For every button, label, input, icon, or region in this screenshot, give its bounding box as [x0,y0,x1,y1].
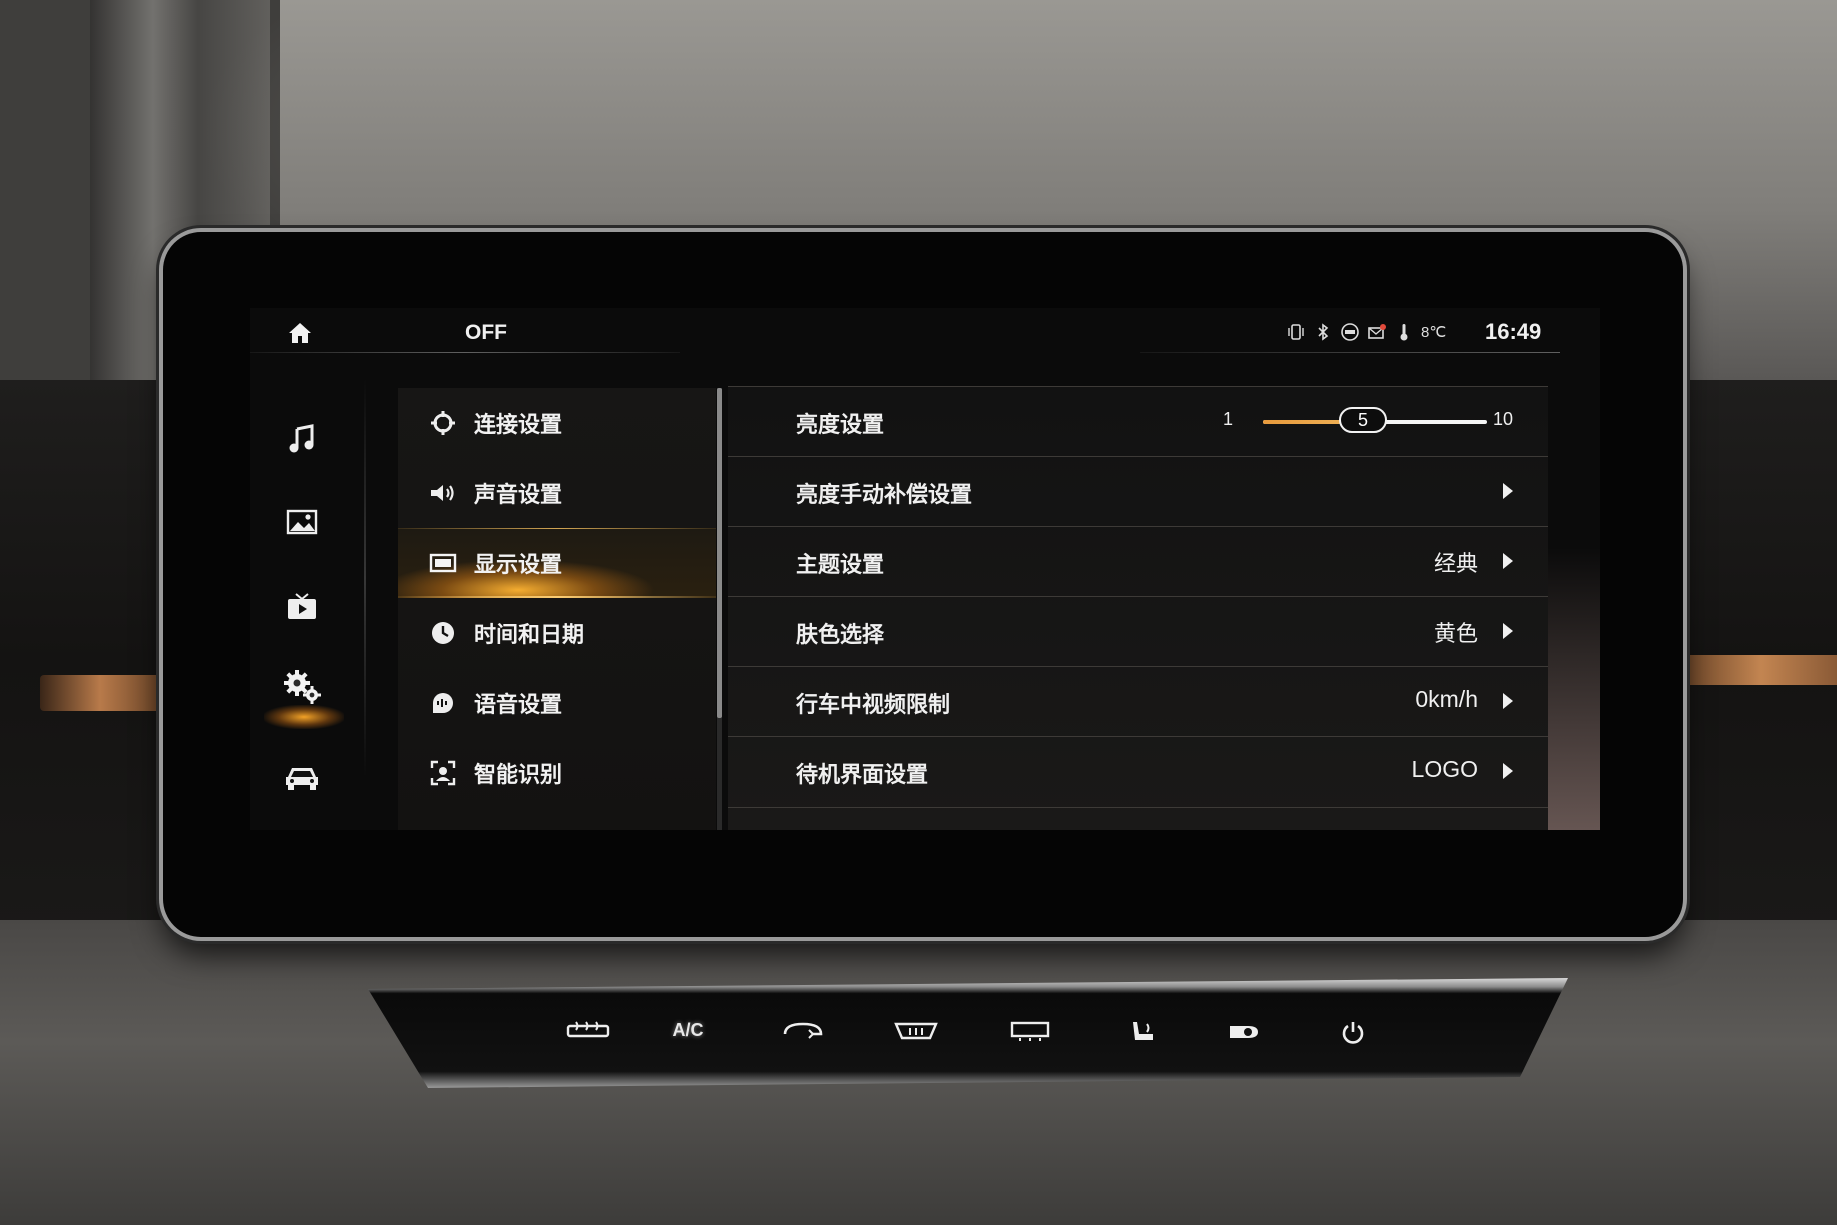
display-icon [426,546,460,580]
face-scan-icon [426,756,460,790]
row-value: 黄色 [1433,622,1478,647]
menu-item-recognition[interactable]: 智能识别 [398,738,716,808]
clock-icon [426,616,460,650]
rear-defrost-icon[interactable] [1000,1020,1060,1046]
menu-item-connection[interactable]: 连接设置 [398,388,716,458]
brightness-slider[interactable]: 5 [1263,407,1487,433]
recirculation-icon[interactable] [773,1020,833,1046]
4g-icon [1340,322,1360,342]
row-value: LOGO [1411,756,1478,782]
chevron-right-icon [1503,693,1513,709]
menu-item-display[interactable]: 显示设置 [398,528,716,598]
menu-item-label: 语音设置 [474,693,563,718]
chevron-right-icon [1503,483,1513,499]
temperature-icon [1394,322,1414,342]
rail-divider [364,378,366,778]
trim-right [1685,655,1837,685]
mode-status-label[interactable]: OFF [465,321,507,345]
settings-icon[interactable] [280,665,324,709]
trim-left [40,675,160,711]
infotainment-screen: OFF 8℃ 16:49 连接设置 声音设置 显示设置 时间和日期 语音设置 智… [250,308,1600,830]
menu-scrollbar-thumb[interactable] [717,388,722,718]
chevron-right-icon [1503,553,1513,569]
clock: 16:49 [1485,319,1542,344]
menu-item-sound[interactable]: 声音设置 [398,458,716,528]
row-label: 待机界面设置 [796,763,929,788]
message-icon [1367,322,1387,342]
button-strip-body [368,978,1568,1088]
settings-row-skin-color[interactable]: 肤色选择 黄色 [728,596,1548,667]
connection-icon [426,406,460,440]
video-icon[interactable] [280,585,324,629]
defrost-icon[interactable] [558,1020,618,1046]
settings-category-menu: 连接设置 声音设置 显示设置 时间和日期 语音设置 智能识别 [398,388,716,830]
climate-button-strip: A/C [368,978,1568,1088]
power-icon[interactable] [1323,1020,1383,1046]
brightness-min-label: 1 [1223,409,1234,429]
brightness-row: 亮度设置 1 5 10 [728,386,1548,457]
car-icon[interactable] [280,755,324,799]
voice-icon [426,686,460,720]
app-rail [250,360,365,830]
status-divider-left [250,352,680,353]
chevron-right-icon [1503,763,1513,779]
settings-row-standby-screen[interactable]: 待机界面设置 LOGO [728,736,1548,808]
menu-item-time-date[interactable]: 时间和日期 [398,598,716,668]
temperature-readout: 8℃ [1421,324,1447,341]
row-label: 亮度手动补偿设置 [796,483,973,508]
seat-heat-icon[interactable] [1113,1020,1173,1046]
menu-item-voice[interactable]: 语音设置 [398,668,716,738]
menu-item-label: 时间和日期 [474,623,585,648]
row-value: 0km/h [1415,686,1478,712]
gallery-icon[interactable] [280,500,324,544]
vibrate-icon [1286,322,1306,342]
screen-edge-glow [1548,548,1600,830]
status-bar: OFF 8℃ 16:49 [250,308,1600,358]
music-icon[interactable] [280,416,324,460]
status-divider-right [1140,352,1560,353]
bluetooth-icon [1313,322,1333,342]
brightness-max-label: 10 [1492,409,1513,429]
display-settings-list: 亮度设置 1 5 10 亮度手动补偿设置 主题设置 经典 肤色选择 黄色 行车中… [728,386,1548,830]
settings-row-theme[interactable]: 主题设置 经典 [728,526,1548,597]
fan-icon[interactable] [1216,1020,1276,1046]
brightness-slider-thumb[interactable]: 5 [1339,407,1387,433]
chevron-right-icon [1503,623,1513,639]
menu-item-label: 声音设置 [474,483,563,508]
row-label: 肤色选择 [796,623,885,648]
settings-row-brightness-compensation[interactable]: 亮度手动补偿设置 [728,456,1548,527]
home-icon[interactable] [288,322,312,344]
menu-item-label: 连接设置 [474,413,563,438]
front-defrost-icon[interactable] [886,1020,946,1046]
settings-row-video-limit[interactable]: 行车中视频限制 0km/h [728,666,1548,737]
menu-item-label: 智能识别 [474,763,563,788]
menu-item-label: 显示设置 [474,553,563,578]
brightness-label: 亮度设置 [796,413,885,438]
row-value: 经典 [1433,552,1478,577]
row-label: 主题设置 [796,553,885,578]
status-icons: 8℃ [1286,322,1446,342]
row-label: 行车中视频限制 [796,693,951,718]
ac-button[interactable]: A/C [658,1020,718,1046]
volume-icon [426,476,460,510]
